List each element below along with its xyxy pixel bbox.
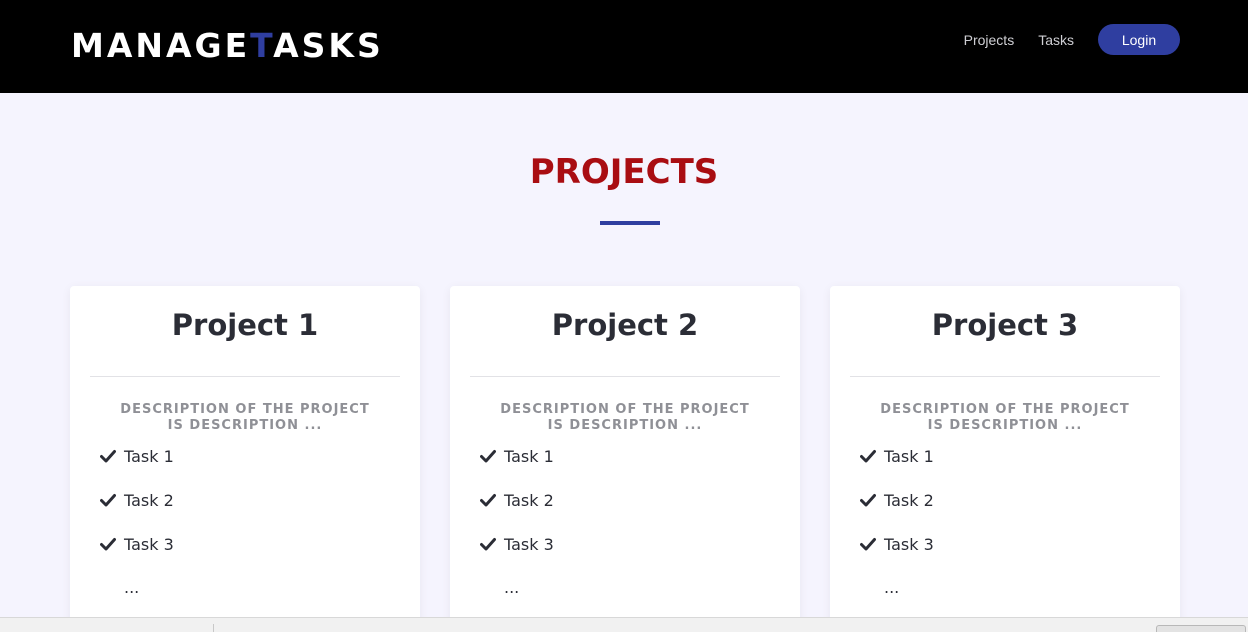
nav-menu: Projects Tasks Login [964,24,1180,55]
project-description: DESCRIPTION OF THE PROJECT IS DESCRIPTIO… [500,402,750,433]
check-icon [860,538,876,551]
task-item[interactable]: Task 2 [480,490,554,510]
check-icon [100,494,116,507]
task-item[interactable]: Task 1 [480,446,554,466]
project-title: Project 1 [171,308,319,342]
task-label: Task 2 [884,490,934,510]
task-label: Task 1 [884,446,934,466]
card-divider [90,376,400,377]
page-title: PROJECTS [529,152,719,192]
status-bar-button[interactable] [1156,625,1246,632]
more-tasks-ellipsis: ... [884,578,900,597]
project-description: DESCRIPTION OF THE PROJECT IS DESCRIPTIO… [120,402,370,433]
logo[interactable]: MANAGETASKS [71,26,384,66]
task-item[interactable]: Task 1 [100,446,174,466]
status-bar [0,617,1248,632]
check-icon [860,494,876,507]
check-icon [480,494,496,507]
top-navbar: MANAGETASKS Projects Tasks Login [0,0,1248,93]
status-bar-divider [213,624,214,632]
nav-link-projects[interactable]: Projects [964,32,1015,48]
logo-text-accent: T [250,26,274,65]
project-title: Project 2 [551,308,699,342]
task-label: Task 1 [504,446,554,466]
task-item[interactable]: Task 3 [860,534,934,554]
check-icon [860,450,876,463]
check-icon [100,450,116,463]
project-title: Project 3 [931,308,1079,342]
task-item[interactable]: Task 3 [100,534,174,554]
check-icon [480,450,496,463]
title-underline [600,221,660,225]
check-icon [100,538,116,551]
logo-text-manage: MANAGE [71,26,251,65]
project-description: DESCRIPTION OF THE PROJECT IS DESCRIPTIO… [880,402,1130,433]
card-divider [470,376,780,377]
nav-link-tasks[interactable]: Tasks [1038,32,1074,48]
task-item[interactable]: Task 1 [860,446,934,466]
card-divider [850,376,1160,377]
task-label: Task 2 [504,490,554,510]
task-label: Task 2 [124,490,174,510]
task-label: Task 1 [124,446,174,466]
task-label: Task 3 [504,534,554,554]
check-icon [480,538,496,551]
task-item[interactable]: Task 2 [860,490,934,510]
more-tasks-ellipsis: ... [504,578,520,597]
login-button[interactable]: Login [1098,24,1180,55]
task-item[interactable]: Task 2 [100,490,174,510]
task-item[interactable]: Task 3 [480,534,554,554]
more-tasks-ellipsis: ... [124,578,140,597]
task-label: Task 3 [884,534,934,554]
task-label: Task 3 [124,534,174,554]
logo-text-asks: ASKS [273,26,384,65]
